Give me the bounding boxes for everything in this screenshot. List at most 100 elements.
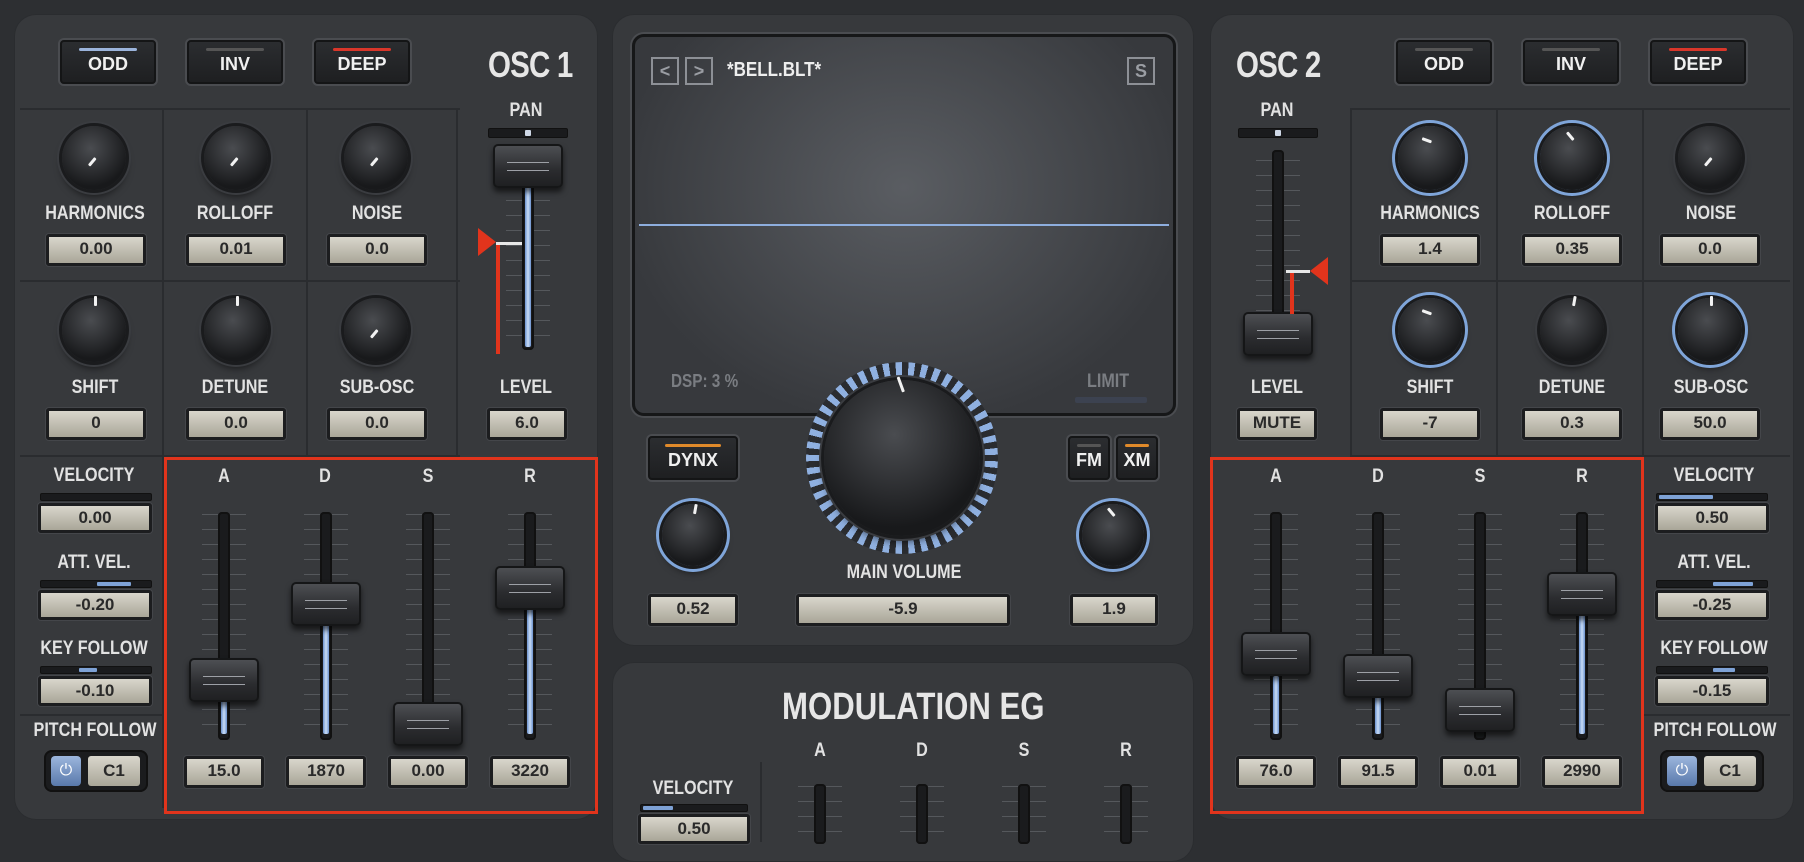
sub-osc-knob[interactable] (1678, 296, 1742, 362)
mod-eg-sustain-track[interactable] (1018, 784, 1030, 844)
osc2-release-fader[interactable] (1547, 572, 1617, 616)
osc2-knob-value[interactable]: 0.3 (1522, 408, 1622, 440)
osc2-sustain-fader[interactable] (1445, 688, 1515, 732)
harmonics-knob[interactable] (62, 126, 126, 190)
osc1-knob-value[interactable]: 0.0 (327, 234, 427, 266)
shift-knob[interactable] (62, 296, 126, 362)
osc1-att-vel-value[interactable]: -0.20 (38, 590, 152, 620)
detune-knob[interactable] (204, 296, 268, 362)
knob-indicator (1703, 157, 1713, 167)
osc2-level-fader[interactable] (1243, 312, 1313, 356)
osc2-att-vel-label: ATT. VEL. (1677, 552, 1751, 573)
osc1-adsr-value[interactable]: 0.00 (388, 756, 468, 788)
osc2-deep-button[interactable]: DEEP (1650, 40, 1746, 84)
osc1-velocity-value[interactable]: 0.00 (38, 503, 152, 533)
next-preset-button[interactable]: > (685, 57, 713, 85)
osc1-velocity-bar[interactable] (40, 493, 152, 501)
osc1-att-vel-bar[interactable] (40, 580, 152, 588)
osc2-attack-fader[interactable] (1241, 632, 1311, 676)
left-mix-knob[interactable] (662, 503, 724, 566)
knob-indicator (1106, 507, 1116, 517)
osc2-key-follow-value[interactable]: -0.15 (1655, 676, 1769, 706)
osc1-release-fader[interactable] (495, 566, 565, 610)
osc2-adsr-value[interactable]: 2990 (1542, 756, 1622, 788)
grid-divider (456, 108, 458, 455)
osc2-odd-button[interactable]: ODD (1396, 40, 1492, 84)
main-volume-value[interactable]: -5.9 (796, 594, 1010, 626)
osc2-knob-value[interactable]: 1.4 (1380, 234, 1480, 266)
osc2-inv-button[interactable]: INV (1523, 40, 1619, 84)
osc2-velocity-value[interactable]: 0.50 (1655, 503, 1769, 533)
right-mix-value[interactable]: 1.9 (1070, 594, 1158, 626)
osc2-knob-value[interactable]: 50.0 (1660, 408, 1760, 440)
mod-eg-release-track[interactable] (1120, 784, 1132, 844)
osc1-knob-value[interactable]: 0 (46, 408, 146, 440)
osc2-power-icon[interactable]: ⏻ (1667, 756, 1697, 786)
osc1-level-fader[interactable] (493, 144, 563, 188)
osc1-attack-fader[interactable] (189, 658, 259, 702)
main-volume-knob[interactable] (824, 376, 980, 536)
osc1-sustain-fader[interactable] (393, 702, 463, 746)
osc2-decay-fader[interactable] (1343, 654, 1413, 698)
left-mix-value[interactable]: 0.52 (648, 594, 738, 626)
osc1-key-follow-value[interactable]: -0.10 (38, 676, 152, 706)
osc2-att-vel-bar[interactable] (1656, 580, 1768, 588)
osc1-knob-value[interactable]: 0.0 (186, 408, 286, 440)
rolloff-knob[interactable] (1540, 126, 1604, 190)
xm-button[interactable]: XM (1116, 436, 1158, 480)
osc2-level-value[interactable]: MUTE (1237, 408, 1317, 440)
mod-eg-decay-track[interactable] (916, 784, 928, 844)
osc2-knob-value[interactable]: -7 (1380, 408, 1480, 440)
noise-knob[interactable] (344, 126, 408, 190)
osc1-knob-value[interactable]: 0.01 (186, 234, 286, 266)
sub-osc-knob[interactable] (344, 298, 408, 362)
harmonics-knob[interactable] (1398, 126, 1462, 190)
osc1-pan-slider[interactable] (488, 128, 568, 138)
fm-button[interactable]: FM (1068, 436, 1110, 480)
mod-eg-velocity-bar[interactable] (640, 804, 748, 812)
osc1-key-follow-bar[interactable] (40, 666, 152, 674)
osc2-pitch-note[interactable]: C1 (1704, 756, 1756, 786)
osc2-att-vel-value[interactable]: -0.25 (1655, 590, 1769, 620)
osc2-adsr-value[interactable]: 91.5 (1338, 756, 1418, 788)
osc2-key-follow-bar[interactable] (1656, 666, 1768, 674)
mod-eg-adsr-label: D (916, 740, 928, 761)
right-mix-knob[interactable] (1082, 504, 1144, 566)
osc2-pan-slider[interactable] (1238, 128, 1318, 138)
osc2-level-marker[interactable] (1310, 257, 1328, 285)
preset-name[interactable]: *BELL.BLT* (727, 59, 821, 82)
osc1-deep-button[interactable]: DEEP (314, 40, 410, 84)
osc1-adsr-value[interactable]: 15.0 (184, 756, 264, 788)
osc1-level-value[interactable]: 6.0 (487, 408, 567, 440)
button-label: ODD (88, 54, 128, 74)
osc2-adsr-value[interactable]: 0.01 (1440, 756, 1520, 788)
s-button[interactable]: S (1127, 57, 1155, 85)
osc1-odd-button[interactable]: ODD (60, 40, 156, 84)
adsr-fill (1273, 676, 1279, 734)
prev-preset-button[interactable]: < (651, 57, 679, 85)
knob-indicator (369, 157, 379, 167)
osc2-knob-value[interactable]: 0.35 (1522, 234, 1622, 266)
rolloff-knob[interactable] (204, 126, 268, 190)
knob-indicator (87, 157, 97, 167)
mod-eg-adsr-label: S (1018, 740, 1030, 761)
osc1-knob-value[interactable]: 0.00 (46, 234, 146, 266)
osc1-inv-button[interactable]: INV (187, 40, 283, 84)
osc2-pan-label: PAN (1260, 100, 1294, 121)
noise-knob[interactable] (1678, 126, 1742, 190)
mod-eg-attack-track[interactable] (814, 784, 826, 844)
osc1-decay-fader[interactable] (291, 582, 361, 626)
osc1-knob-value[interactable]: 0.0 (327, 408, 427, 440)
detune-knob[interactable] (1540, 295, 1604, 362)
osc1-adsr-value[interactable]: 3220 (490, 756, 570, 788)
osc1-power-icon[interactable]: ⏻ (51, 756, 81, 786)
osc2-knob-value[interactable]: 0.0 (1660, 234, 1760, 266)
mod-eg-velocity-value[interactable]: 0.50 (638, 814, 750, 844)
osc2-velocity-bar[interactable] (1656, 493, 1768, 501)
shift-knob[interactable] (1398, 298, 1462, 362)
dynx-button[interactable]: DYNX (648, 436, 738, 480)
osc2-adsr-value[interactable]: 76.0 (1236, 756, 1316, 788)
osc1-adsr-value[interactable]: 1870 (286, 756, 366, 788)
osc1-level-marker[interactable] (478, 228, 496, 256)
osc1-pitch-note[interactable]: C1 (88, 756, 140, 786)
